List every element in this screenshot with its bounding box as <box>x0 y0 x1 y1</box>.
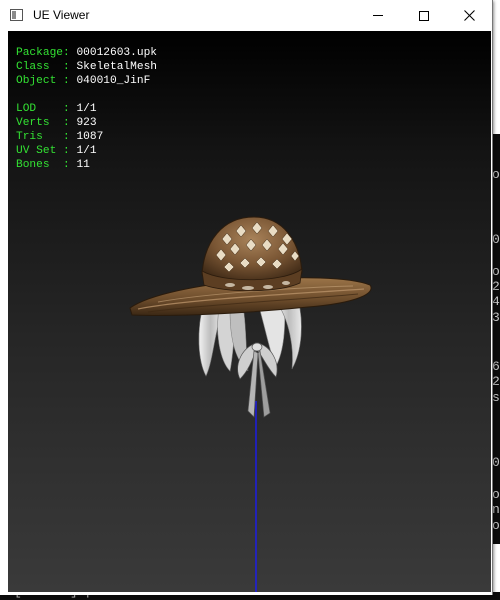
window-title: UE Viewer <box>33 8 90 22</box>
console-char: 3 <box>492 310 500 325</box>
info-lod-row: LOD : 1/1 <box>16 102 157 116</box>
info-label: Tris : <box>16 131 70 143</box>
info-tris-row: Tris : 1087 <box>16 130 157 144</box>
app-window-icon[interactable] <box>10 9 23 21</box>
info-verts-row: Verts : 923 <box>16 116 157 130</box>
mesh-info-overlay: Package: 00012603.upk Class : SkeletalMe… <box>16 46 157 172</box>
info-value: SkeletalMesh <box>76 61 158 73</box>
console-char: n <box>492 502 500 517</box>
info-label: LOD : <box>16 103 70 115</box>
close-icon <box>463 10 475 21</box>
ue-viewer-window[interactable]: UE Viewer Package: 00012603.upk Class: … <box>0 0 493 595</box>
hat-crown <box>201 216 303 292</box>
info-value: 1/1 <box>76 145 97 157</box>
info-label: Object : <box>16 75 70 87</box>
info-label: Verts : <box>16 117 70 129</box>
info-label: Class : <box>16 61 70 73</box>
3d-viewport[interactable]: Package: 00012603.upk Class : SkeletalMe… <box>8 31 491 592</box>
info-package-row: Package: 00012603.upk <box>16 46 157 60</box>
console-char: 0 <box>492 232 500 247</box>
console-char: o <box>492 264 500 279</box>
info-class-row: Class : SkeletalMesh <box>16 60 157 74</box>
info-label: Bones : <box>16 159 70 171</box>
info-bones-row: Bones : 11 <box>16 158 157 172</box>
info-label: UV Set : <box>16 145 70 157</box>
console-char: 2 <box>492 279 500 294</box>
console-char: 6 <box>492 359 500 374</box>
console-char: o <box>492 518 500 533</box>
console-char: 0 <box>492 455 500 470</box>
console-char: o <box>492 167 500 182</box>
info-value: 040010_JinF <box>76 75 151 87</box>
console-char: o <box>492 487 500 502</box>
info-uvset-row: UV Set : 1/1 <box>16 144 157 158</box>
maximize-icon <box>419 10 429 21</box>
info-value: 1087 <box>76 131 104 143</box>
console-char: 4 <box>492 294 500 309</box>
ribbon-bow <box>237 342 278 418</box>
info-label: Package: <box>16 47 70 59</box>
info-object-row: Object : 040010_JinF <box>16 74 157 88</box>
info-value: 00012603.upk <box>76 47 158 59</box>
close-button[interactable] <box>446 0 492 31</box>
minimize-icon <box>373 15 383 16</box>
maximize-button[interactable] <box>401 0 447 31</box>
console-char: s <box>492 390 500 405</box>
info-value: 11 <box>76 159 90 171</box>
title-bar[interactable]: UE Viewer <box>0 0 492 31</box>
info-value: 1/1 <box>76 103 97 115</box>
console-char: 2 <box>492 374 500 389</box>
minimize-button[interactable] <box>355 0 401 31</box>
info-value: 923 <box>76 117 97 129</box>
